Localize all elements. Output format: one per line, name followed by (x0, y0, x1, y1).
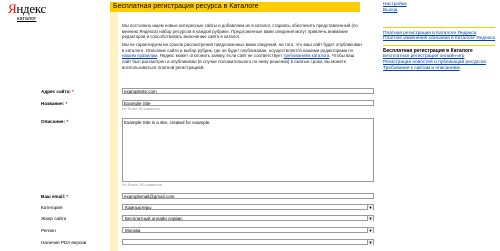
requirements-sidebar-link[interactable]: Требования к сайтам и описаниям (383, 66, 498, 72)
description-hint: Не более 250 символов (122, 183, 162, 187)
intro-paragraph-2: Мы не гарантируем ни сроков рассмотрения… (122, 42, 362, 70)
logo-text: Яндекс (8, 1, 46, 16)
url-input[interactable]: exampleste.com (122, 88, 374, 94)
url-label: Адрес сайта: * (41, 89, 74, 94)
description-label: Описание: * (41, 119, 69, 124)
name-hint: Не более 60 символов (122, 107, 160, 111)
divider (383, 44, 495, 46)
rules-link[interactable]: нашим правилам (122, 53, 157, 58)
name-input[interactable]: Example Site (122, 100, 374, 106)
pda-label: Наличие PDA версии (41, 240, 87, 245)
region-select[interactable]: Москва ▼ (122, 227, 374, 233)
description-textarea[interactable]: Example Site is a site, created for exam… (122, 118, 374, 182)
page-title-bar: Бесплатная регистрация ресурса в Каталог… (110, 2, 360, 12)
chevron-down-icon: ▼ (367, 228, 373, 233)
name-label: Название: * (41, 101, 68, 106)
logout-link[interactable]: Выход (383, 8, 498, 14)
news-registration-link[interactable]: Регистрация новостей и публикаций ресурс… (383, 60, 498, 66)
email-label: Ваш email: * (41, 194, 69, 199)
intro-paragraph-1: Мы постоянно ищем новые интересные сайты… (122, 23, 358, 40)
chevron-down-icon: ▼ (367, 205, 373, 210)
yandex-logo[interactable]: Яндекс каталог (8, 1, 46, 22)
divider (383, 27, 495, 28)
left-accent-strip (110, 12, 118, 251)
category-label: Категория (41, 205, 63, 210)
email-input[interactable]: examplemail@gmail.com (122, 193, 374, 199)
logo-catalog-link[interactable]: каталог (17, 16, 46, 22)
genre-label: Жанр сайта (41, 216, 67, 221)
chevron-down-icon: ▼ (367, 240, 373, 245)
chevron-down-icon: ▼ (367, 216, 373, 221)
intro-text: Мы постоянно ищем новые интересные сайты… (122, 23, 362, 73)
pda-select[interactable]: ▼ (122, 239, 374, 245)
page-title: Бесплатная регистрация ресурса в Каталог… (113, 3, 259, 10)
category-select[interactable]: Компьютеры ▼ (122, 204, 374, 210)
genre-select[interactable]: Бесплатный онлайн сервис ▼ (122, 215, 374, 221)
region-label: Регион (41, 228, 56, 233)
paid-edit-link[interactable]: Платное изменение описания в Каталоге Ян… (383, 36, 498, 42)
sidebar: Настройка Выход Платная регистрация в Ка… (383, 0, 498, 71)
requirements-link[interactable]: требованиям каталога (284, 53, 330, 58)
